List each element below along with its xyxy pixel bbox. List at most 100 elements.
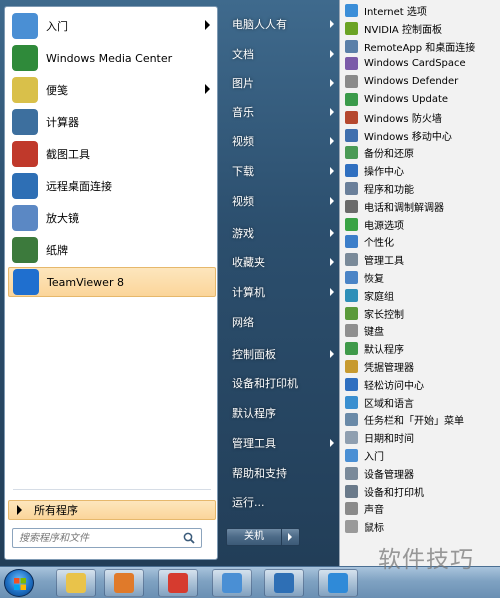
middle-item-15[interactable]: 管理工具 [226,431,338,455]
control-panel-item-21[interactable]: 凭据管理器 [342,358,500,375]
left-item-8[interactable]: 纸牌 [8,235,216,265]
control-panel-item-label: 区域和语言 [364,398,414,410]
middle-item-label: 视频 [232,195,254,208]
middle-item-8[interactable]: 游戏 [226,221,338,245]
taskbar-button-3[interactable] [158,569,198,597]
control-panel-item-24[interactable]: 任务栏和「开始」菜单 [342,411,500,428]
control-panel-item-6[interactable]: Windows Update [342,91,500,108]
control-panel-item-20[interactable]: 默认程序 [342,340,500,357]
power-options-icon [345,217,358,231]
control-panel-item-19[interactable]: 键盘 [342,322,500,339]
control-panel-item-1[interactable]: Internet 选项 [342,2,500,19]
control-panel-item-7[interactable]: Windows 防火墙 [342,109,500,126]
search-input[interactable] [19,530,179,546]
control-panel-item-16[interactable]: 恢复 [342,269,500,286]
control-panel-item-12[interactable]: 电话和调制解调器 [342,198,500,215]
middle-item-5[interactable]: 视频 [226,129,338,153]
left-item-7[interactable]: 放大镜 [8,203,216,233]
control-panel-item-4[interactable]: Windows CardSpace [342,55,500,72]
paint-icon [222,573,242,593]
shutdown-button[interactable]: 关机 [226,528,300,546]
submenu-arrow-icon [330,137,334,145]
taskbar-button-4[interactable] [212,569,252,597]
control-panel-item-label: 声音 [364,505,384,517]
control-panel-item-label: 程序和功能 [364,185,414,196]
nvidia-icon [345,21,358,35]
middle-item-16[interactable]: 帮助和支持 [226,461,338,485]
middle-item-1[interactable]: 电脑人人有 [226,12,338,36]
control-panel-item-28[interactable]: 设备和打印机 [342,483,500,500]
middle-item-label: 视频 [232,135,254,148]
control-panel-item-2[interactable]: NVIDIA 控制面板 [342,20,500,37]
explorer-icon [66,573,86,593]
control-panel-item-3[interactable]: RemoteApp 和桌面连接 [342,38,500,55]
control-panel-item-17[interactable]: 家庭组 [342,287,500,304]
chrome-icon [168,573,188,593]
windows-update-icon [345,93,358,106]
middle-item-2[interactable]: 文档 [226,42,338,66]
control-panel-item-label: Windows Update [364,94,449,105]
taskbar-button-5[interactable] [264,569,304,597]
left-item-5[interactable]: 截图工具 [8,139,216,169]
recovery-icon [345,271,358,284]
search-box[interactable] [12,528,202,548]
control-panel-item-label: 管理工具 [364,256,404,268]
left-item-label: Windows Media Center [46,51,173,65]
search-icon [183,532,195,544]
left-program-pane: 入门 Windows Media Center 便笺计算器截图工具远程桌面连接 放大镜… [4,6,218,560]
start-button[interactable] [4,569,34,597]
control-panel-item-10[interactable]: 操作中心 [342,162,500,179]
left-item-2[interactable]: Windows Media Center [8,43,216,73]
middle-item-14[interactable]: 默认程序 [226,401,338,425]
control-panel-item-label: 个性化 [364,238,394,250]
control-panel-item-11[interactable]: 程序和功能 [342,180,500,197]
left-item-9[interactable]: TeamViewer 8 [8,267,216,297]
control-panel-item-14[interactable]: 个性化 [342,233,500,250]
all-programs-button[interactable]: 所有程序 [8,500,216,520]
control-panel-item-13[interactable]: 电源选项 [342,216,500,233]
all-programs-label: 所有程序 [34,504,78,517]
shutdown-options-arrow[interactable] [281,529,299,545]
middle-item-13[interactable]: 设备和打印机 [226,371,338,395]
control-panel-item-18[interactable]: 家长控制 [342,305,500,322]
region-language-icon [345,395,358,409]
control-panel-item-22[interactable]: 轻松访问中心 [342,376,500,393]
taskbar-button-2[interactable] [104,569,144,597]
middle-item-3[interactable]: 图片 [226,71,338,95]
middle-item-label: 电脑人人有 [232,18,287,31]
control-panel-item-25[interactable]: 日期和时间 [342,429,500,446]
taskbar-button-6[interactable] [318,569,358,597]
left-item-4[interactable]: 计算器 [8,107,216,137]
middle-item-7[interactable]: 视频 [226,189,338,213]
control-panel-item-30[interactable]: 鼠标 [342,518,500,535]
middle-item-10[interactable]: 计算机 [226,280,338,304]
taskbar-button-1[interactable] [56,569,96,597]
control-panel-item-27[interactable]: 设备管理器 [342,465,500,482]
control-panel-item-label: 入门 [364,452,384,463]
control-panel-item-23[interactable]: 区域和语言 [342,394,500,411]
middle-item-6[interactable]: 下载 [226,159,338,183]
control-panel-item-5[interactable]: Windows Defender [342,73,500,90]
left-item-6[interactable]: 远程桌面连接 [8,171,216,201]
control-panel-item-15[interactable]: 管理工具 [342,251,500,268]
action-center-icon [345,164,358,178]
control-panel-item-9[interactable]: 备份和还原 [342,144,500,161]
control-panel-item-label: 任务栏和「开始」菜单 [364,416,464,428]
middle-item-label: 下载 [232,165,254,178]
control-panel-item-26[interactable]: 入门 [342,447,500,464]
left-item-label: 远程桌面连接 [46,180,112,193]
left-item-label: 放大镜 [46,212,79,225]
left-item-label: 纸牌 [46,244,68,257]
middle-item-12[interactable]: 控制面板 [226,342,338,366]
left-item-1[interactable]: 入门 [8,11,216,41]
left-item-label: 计算器 [46,116,79,129]
middle-item-17[interactable]: 运行... [226,490,338,514]
control-panel-item-8[interactable]: Windows 移动中心 [342,127,500,144]
left-item-label: 入门 [46,20,68,33]
left-item-3[interactable]: 便笺 [8,75,216,105]
sticky-notes-icon [12,77,38,103]
control-panel-item-29[interactable]: 声音 [342,500,500,517]
middle-item-11[interactable]: 网络 [226,310,338,334]
middle-item-4[interactable]: 音乐 [226,100,338,124]
middle-item-9[interactable]: 收藏夹 [226,250,338,274]
